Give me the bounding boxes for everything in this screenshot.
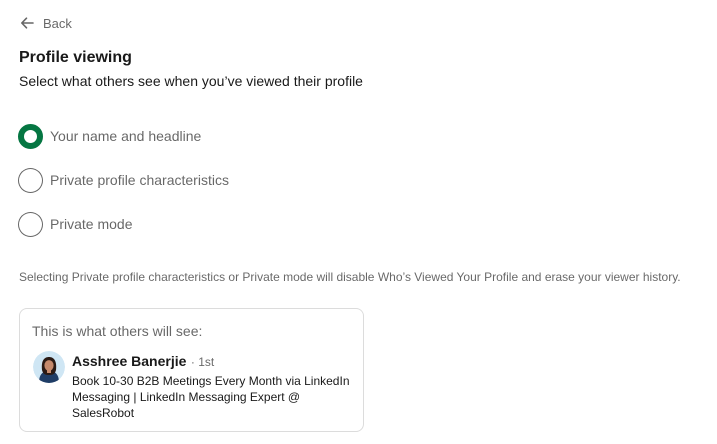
option-private-mode[interactable]: Private mode [18, 211, 132, 237]
back-label: Back [43, 15, 72, 31]
option-label: Private profile characteristics [50, 172, 229, 188]
preview-heading: This is what others will see: [32, 323, 203, 339]
radio-button[interactable] [18, 167, 43, 193]
back-button[interactable]: Back [19, 12, 72, 34]
profile-headline: Book 10-30 B2B Meetings Every Month via … [72, 374, 350, 420]
page-title: Profile viewing [19, 49, 132, 66]
arrow-left-icon [21, 17, 34, 29]
avatar [33, 351, 65, 383]
page-subtitle: Select what others see when you’ve viewe… [19, 73, 363, 89]
profile-preview-card: This is what others will see: Asshree Ba… [19, 308, 364, 432]
option-label: Private mode [50, 216, 133, 232]
radio-button[interactable] [18, 211, 43, 237]
profile-name: Asshree Banerjie [72, 353, 187, 369]
privacy-note: Selecting Private profile characteristic… [19, 270, 681, 284]
connection-degree: · 1st [190, 355, 215, 369]
option-label: Your name and headline [50, 128, 202, 144]
option-name-and-headline[interactable]: Your name and headline [18, 123, 201, 149]
radio-button-selected[interactable] [18, 123, 43, 149]
option-private-profile-characteristics[interactable]: Private profile characteristics [18, 167, 229, 193]
